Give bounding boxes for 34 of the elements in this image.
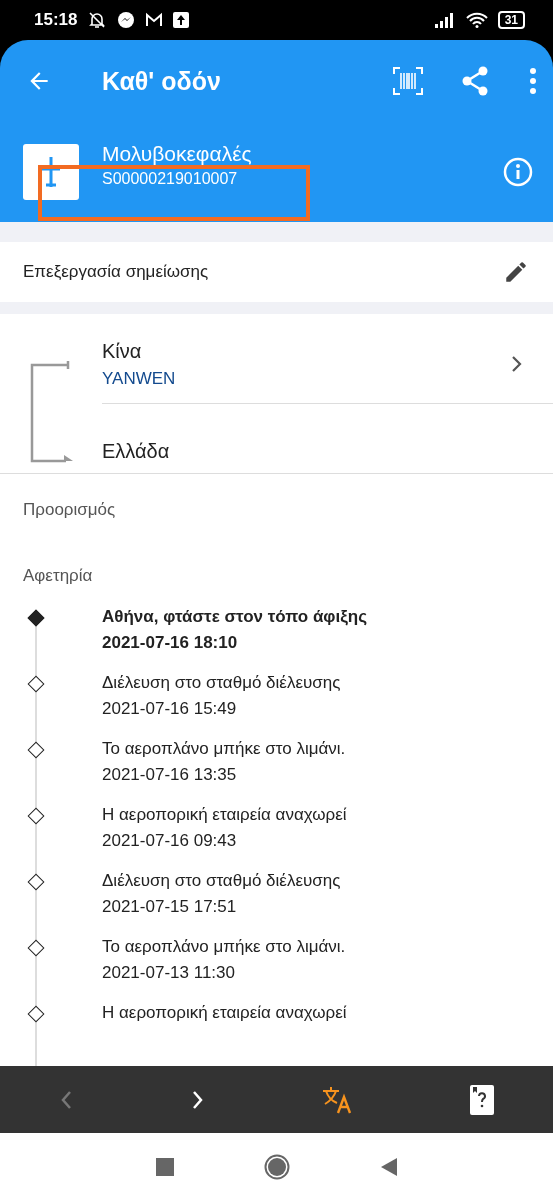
- plane-thumbnail: [23, 144, 79, 200]
- clock: 15:18: [34, 10, 78, 30]
- battery-level: 31: [497, 11, 525, 29]
- signal-icon: [433, 12, 456, 28]
- route-arrow-icon: [28, 358, 74, 463]
- tracking-event: Αθήνα, φτάστε στον τόπο άφιξης 2021-07-16 18:10: [102, 606, 368, 654]
- tracking-number: S00000219010007: [102, 170, 239, 188]
- tracking-event: Το αεροπλάνο μπήκε στο λιμάνι. 2021-07-13 11:30: [102, 936, 346, 984]
- tracking-event: Διέλευση στο σταθμό διέλευσης 2021-07-15 17:51: [102, 870, 341, 918]
- section-label: Αφετηρία: [23, 566, 93, 585]
- screen-title: Καθ' οδόν: [102, 66, 222, 96]
- home-icon[interactable]: [263, 1153, 290, 1180]
- upload-icon: [173, 12, 190, 28]
- info-button[interactable]: [503, 157, 533, 187]
- edit-note-label[interactable]: Επεξεργασία σημείωσης: [23, 261, 209, 282]
- menu-button[interactable]: [529, 68, 537, 94]
- section-label: Προορισμός: [23, 500, 116, 519]
- tracking-event: Η αεροπορική εταιρεία αναχωρεί: [102, 1002, 347, 1024]
- carrier-name: YANWEN: [102, 368, 177, 389]
- parcel-name: Μολυβοκεφαλές: [102, 142, 253, 166]
- share-button[interactable]: [461, 66, 489, 96]
- tracking-event: Το αεροπλάνο μπήκε στο λιμάνι. 2021-07-16 13:35: [102, 738, 346, 786]
- muted-bell-icon: [87, 10, 108, 30]
- mail-icon: [145, 12, 164, 28]
- origin-country: Κίνα: [102, 339, 143, 363]
- wifi-icon: [465, 12, 488, 28]
- chat-bubble-icon: [117, 11, 136, 29]
- chevron-right-icon[interactable]: [511, 355, 523, 374]
- barcode-scan-button[interactable]: [393, 67, 423, 95]
- recents-icon[interactable]: [155, 1157, 174, 1176]
- tracking-event: Η αεροπορική εταιρεία αναχωρεί 2021-07-16 09:43: [102, 804, 347, 852]
- destination-country: Ελλάδα: [102, 438, 171, 463]
- tracking-event: Διέλευση στο σταθμό διέλευσης 2021-07-16 15:49: [102, 672, 341, 720]
- back-icon[interactable]: [379, 1156, 398, 1177]
